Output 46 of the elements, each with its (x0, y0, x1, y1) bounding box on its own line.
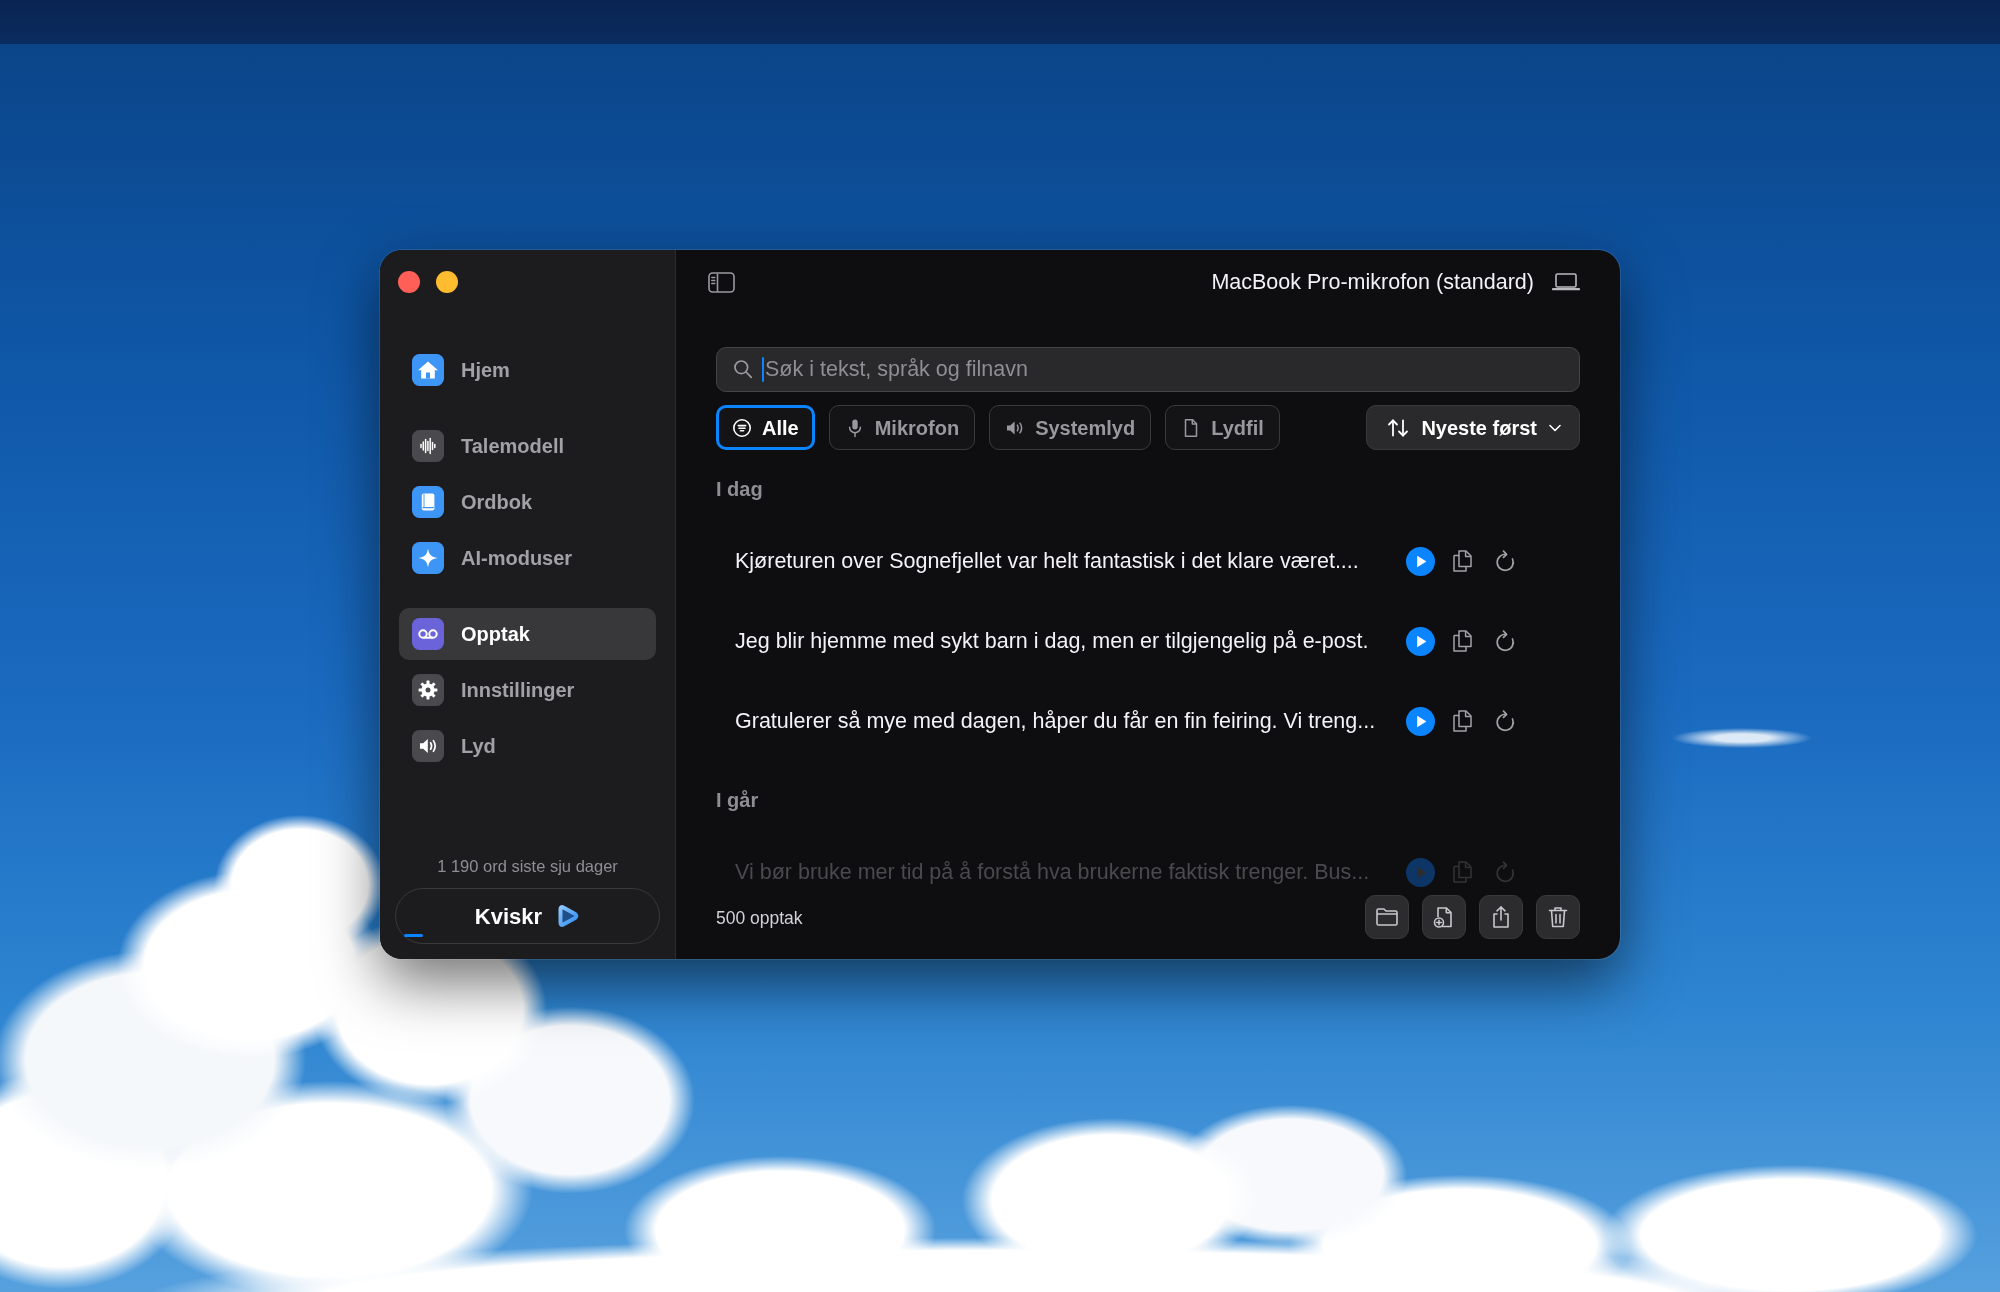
delete-button[interactable] (1536, 895, 1580, 939)
play-icon[interactable] (1406, 706, 1435, 736)
recording-count: 500 opptak (716, 907, 803, 930)
recording-text[interactable]: Kjøreturen over Sognefjellet var helt fantastisk i det klare været.... (735, 544, 1395, 578)
sidebar-item[interactable]: Opptak (399, 608, 656, 660)
sidebar-item[interactable]: Talemodell (399, 420, 656, 472)
copy-icon[interactable] (1453, 630, 1472, 652)
microphone-device-label[interactable]: MacBook Pro-mikrofon (standard) (1211, 265, 1534, 299)
refresh-icon[interactable] (1495, 630, 1516, 652)
section-heading: I går (716, 788, 760, 812)
sort-icon (1387, 417, 1410, 438)
word-count-text: 1 190 ord siste sju dager (436, 856, 619, 877)
sidebar-item[interactable]: Innstillinger (399, 664, 656, 716)
copy-icon[interactable] (1453, 710, 1472, 732)
sort-dropdown[interactable]: Nyeste først (1366, 405, 1580, 450)
laptop-icon (1552, 273, 1580, 291)
trash-icon (1546, 905, 1570, 929)
recording-text[interactable]: Gratulerer så mye med dagen, håper du får en fin feiring. Vi treng... (735, 704, 1395, 738)
sidebar-item[interactable]: Hjem (399, 344, 656, 396)
filter-tab[interactable]: Alle (716, 405, 815, 450)
minimize-button[interactable] (436, 271, 458, 293)
recording-text[interactable]: Jeg blir hjemme med sykt barn i dag, men er tilgjengelig på e-post. (735, 624, 1395, 658)
sidebar-item[interactable]: AI-moduser (399, 532, 656, 584)
sidebar-item[interactable]: Ordbok (399, 476, 656, 528)
share-button[interactable] (1479, 895, 1523, 939)
play-icon[interactable] (1406, 626, 1435, 656)
search-icon (733, 359, 753, 379)
app-name-button[interactable]: Kviskr (395, 888, 660, 944)
activity-indicator-icon (404, 934, 423, 937)
play-icon[interactable] (1406, 546, 1435, 576)
search-field[interactable]: Søk i tekst, språk og filnavn (716, 347, 1580, 392)
new-file-button[interactable] (1422, 895, 1466, 939)
chevron-down-icon (1549, 423, 1561, 432)
refresh-icon[interactable] (1495, 710, 1516, 732)
refresh-icon[interactable] (1495, 550, 1516, 572)
filter-tab[interactable]: Systemlyd (989, 405, 1152, 450)
filter-icon (732, 417, 752, 438)
section-heading: I dag (716, 477, 764, 501)
close-button[interactable] (398, 271, 420, 293)
filter-tab[interactable]: Lydfil (1165, 405, 1280, 450)
sidebar-item[interactable]: Lyd (399, 720, 656, 772)
folder-icon (1375, 905, 1399, 929)
sidebar-toggle-icon[interactable] (708, 271, 735, 293)
folder-button[interactable] (1365, 895, 1409, 939)
copy-icon[interactable] (1453, 550, 1472, 572)
filter-tab[interactable]: Mikrofon (828, 405, 976, 450)
